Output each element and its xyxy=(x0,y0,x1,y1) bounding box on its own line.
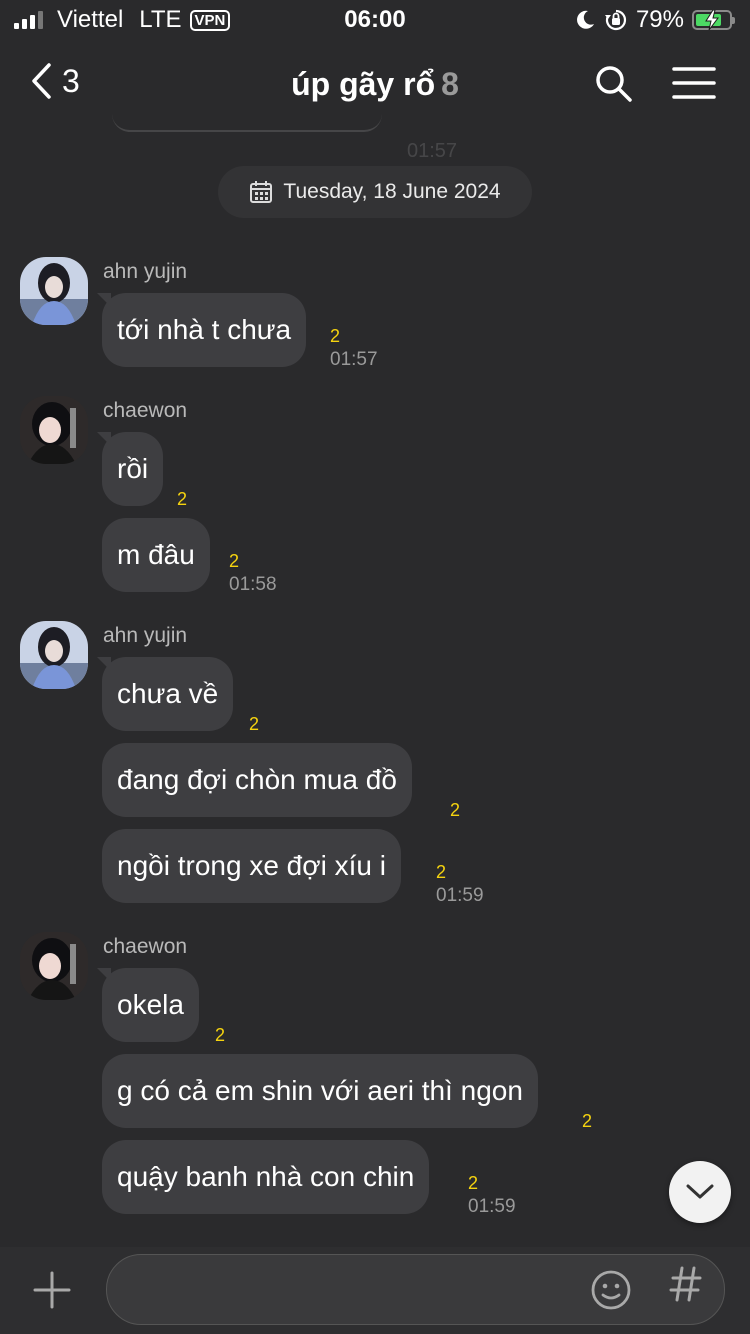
message-time: 01:58 xyxy=(229,574,277,595)
unread-count: 2 xyxy=(215,1025,226,1045)
chat-header: 01:57 3 úp gãy rổ 8 xyxy=(0,40,750,162)
message-bubble[interactable]: g có cả em shin với aeri thì ngon xyxy=(102,1054,538,1128)
unread-count: 2 xyxy=(582,1111,593,1131)
message-bubble[interactable]: tới nhà t chưa xyxy=(102,293,307,367)
message-bubble[interactable]: rồi xyxy=(102,432,164,506)
unread-count: 2 xyxy=(468,1173,479,1193)
date-divider: Tuesday, 18 June 2024 xyxy=(218,166,532,218)
unread-count: 2 xyxy=(330,326,341,346)
rotation-lock-icon xyxy=(604,9,627,31)
emoji-icon xyxy=(591,1270,631,1310)
battery-charging-icon xyxy=(692,10,735,30)
unread-count: 2 xyxy=(177,489,188,509)
sender-name: ahn yujin xyxy=(103,624,188,647)
composer-bar xyxy=(0,1247,750,1334)
calendar-icon xyxy=(250,181,273,203)
avatar-chaewon[interactable] xyxy=(20,396,88,464)
unread-count: 2 xyxy=(249,714,260,734)
message-bubble[interactable]: quậy banh nhà con chin xyxy=(102,1140,430,1214)
search-button[interactable] xyxy=(594,64,634,109)
avatar-ahn-yujin[interactable] xyxy=(20,621,88,689)
previous-message-time: 01:57 xyxy=(407,140,458,162)
attach-button[interactable] xyxy=(33,1271,71,1314)
sender-name: chaewon xyxy=(103,935,188,958)
message-bubble[interactable]: m đâu xyxy=(102,518,210,592)
chevron-down-icon xyxy=(686,1184,714,1199)
unread-count: 2 xyxy=(436,862,447,882)
search-icon xyxy=(596,66,632,102)
hashtag-icon xyxy=(669,1266,702,1302)
chat-title: úp gãy rổ 8 xyxy=(0,66,750,103)
unread-count: 2 xyxy=(229,551,240,571)
chat-name: úp gãy rổ xyxy=(291,66,436,102)
unread-count: 2 xyxy=(450,800,461,820)
hashtag-button[interactable] xyxy=(669,1265,703,1313)
date-text: Tuesday, 18 June 2024 xyxy=(283,180,501,203)
message-time: 01:59 xyxy=(468,1196,516,1217)
hamburger-menu-icon xyxy=(672,67,716,99)
menu-button[interactable] xyxy=(672,66,716,105)
battery-percent: 79% xyxy=(635,6,684,33)
message-input[interactable] xyxy=(131,1269,575,1311)
emoji-button[interactable] xyxy=(590,1269,632,1316)
moon-icon xyxy=(577,10,594,29)
message-bubble[interactable]: đang đợi chòn mua đồ xyxy=(102,743,412,817)
scroll-to-bottom-button[interactable] xyxy=(669,1161,731,1223)
message-time: 01:59 xyxy=(436,885,484,906)
message-bubble[interactable]: chưa về xyxy=(102,657,234,731)
message-input-container xyxy=(106,1254,725,1325)
status-bar: Viettel LTE VPN 06:00 79% xyxy=(0,0,750,40)
member-count: 8 xyxy=(441,66,459,102)
status-right: 79% xyxy=(574,6,735,34)
sender-name: chaewon xyxy=(103,399,188,422)
avatar-ahn-yujin[interactable] xyxy=(20,257,88,325)
sender-name: ahn yujin xyxy=(103,260,188,283)
message-bubble[interactable]: okela xyxy=(102,968,199,1042)
message-time: 01:57 xyxy=(330,349,378,370)
plus-icon xyxy=(33,1271,71,1309)
message-bubble[interactable]: ngồi trong xe đợi xíu i xyxy=(102,829,401,903)
avatar-chaewon[interactable] xyxy=(20,932,88,1000)
